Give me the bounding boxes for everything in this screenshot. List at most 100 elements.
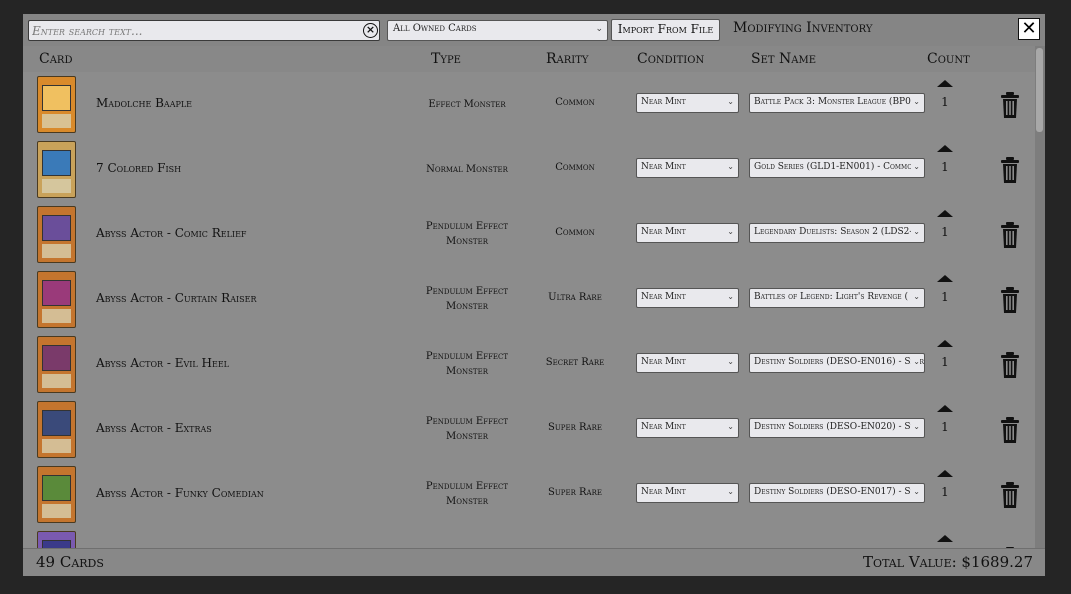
table-row[interactable]: Abyss Actor - Funky Comedian Pendulum Eff…: [23, 462, 1035, 527]
card-rarity: Ultra Rare: [548, 292, 602, 303]
set-name-value: Battles of Legend: Light's Revenge (: [754, 292, 908, 302]
card-type: Effect Monster: [413, 97, 521, 112]
table-row[interactable]: Madolche Baaple Effect Monster Common Near…: [23, 72, 1035, 137]
condition-select[interactable]: Near Mint ⌄: [636, 93, 739, 113]
column-header-count[interactable]: Count: [927, 51, 970, 67]
card-name: Madolche Baaple: [96, 96, 193, 110]
chevron-down-icon: ⌄: [911, 357, 920, 366]
table-row[interactable]: 7 Colored Fish Normal Monster Common Near …: [23, 137, 1035, 202]
trash-icon[interactable]: [1000, 286, 1020, 314]
card-type-line: Monster: [446, 431, 488, 442]
import-from-file-button[interactable]: Import From File: [611, 19, 720, 41]
trash-icon[interactable]: [1000, 351, 1020, 379]
table-row[interactable]: Abyss Actor - Curtain Raiser Pendulum Eff…: [23, 267, 1035, 332]
card-art: [42, 150, 71, 176]
column-header-set-name[interactable]: Set Name: [751, 51, 816, 67]
condition-select[interactable]: Near Mint ⌄: [636, 223, 739, 243]
condition-value: Near Mint: [641, 162, 686, 172]
card-thumbnail[interactable]: [37, 401, 76, 458]
count-value[interactable]: 1: [941, 95, 949, 109]
condition-value: Near Mint: [641, 227, 686, 237]
increment-count-icon[interactable]: [937, 145, 953, 152]
card-type-line: Pendulum Effect: [425, 351, 509, 362]
card-thumbnail[interactable]: [37, 206, 76, 263]
card-name: Abyss Actor - Evil Heel: [96, 356, 229, 370]
increment-count-icon[interactable]: [937, 275, 953, 282]
increment-count-icon[interactable]: [937, 405, 953, 412]
card-rarity: Common: [555, 162, 595, 173]
scrollbar-thumb[interactable]: [1036, 48, 1043, 132]
set-name-select[interactable]: Legendary Duelists: Season 2 (LDS2- ⌄: [749, 223, 925, 243]
count-value[interactable]: 1: [941, 225, 949, 239]
chevron-down-icon: ⌄: [725, 422, 734, 431]
set-name-select[interactable]: Destiny Soldiers (DESO-EN017) - Sup ⌄: [749, 483, 925, 503]
increment-count-icon[interactable]: [937, 210, 953, 217]
card-thumbnail[interactable]: [37, 466, 76, 523]
inventory-filter-select[interactable]: All Owned Cards ⌄: [387, 20, 608, 41]
search-input[interactable]: [32, 22, 352, 39]
card-thumbnail[interactable]: [37, 336, 76, 393]
column-header-card[interactable]: Card: [39, 51, 72, 67]
card-type-line: Effect Monster: [428, 99, 506, 110]
close-icon[interactable]: ✕: [1018, 18, 1040, 40]
chevron-down-icon: ⌄: [725, 227, 734, 236]
table-row[interactable]: Abyss Actor - Extras Pendulum Effect Monst…: [23, 397, 1035, 462]
count-value[interactable]: 1: [941, 420, 949, 434]
card-thumbnail[interactable]: [37, 271, 76, 328]
chevron-down-icon: ⌄: [725, 97, 734, 106]
card-type: Normal Monster: [413, 162, 521, 177]
trash-icon[interactable]: [1000, 156, 1020, 184]
set-name-select[interactable]: Battle Pack 3: Monster League (BP03 ⌄: [749, 93, 925, 113]
card-name: Abyss Actor - Extras: [96, 421, 212, 435]
card-type-line: Monster: [446, 301, 488, 312]
table-row[interactable]: Abyss Actor - Evil Heel Pendulum Effect Mo…: [23, 332, 1035, 397]
set-name-select[interactable]: Destiny Soldiers (DESO-EN020) - Sup ⌄: [749, 418, 925, 438]
card-type-line: Pendulum Effect: [425, 221, 509, 232]
condition-select[interactable]: Near Mint ⌄: [636, 483, 739, 503]
card-type-line: Normal Monster: [426, 164, 508, 175]
condition-select[interactable]: Near Mint ⌄: [636, 353, 739, 373]
trash-icon[interactable]: [1000, 221, 1020, 249]
scrollbar[interactable]: [1035, 46, 1045, 548]
chevron-down-icon: ⌄: [911, 227, 920, 236]
trash-icon[interactable]: [1000, 481, 1020, 509]
chevron-down-icon: ⌄: [911, 422, 920, 431]
card-name: 7 Colored Fish: [96, 161, 182, 175]
chevron-down-icon: ⌄: [911, 162, 920, 171]
card-text-box: [42, 374, 71, 388]
increment-count-icon[interactable]: [937, 470, 953, 477]
trash-icon[interactable]: [1000, 91, 1020, 119]
increment-count-icon[interactable]: [937, 535, 953, 542]
count-value[interactable]: 1: [941, 290, 949, 304]
chevron-down-icon: ⌄: [911, 97, 920, 106]
column-header-type[interactable]: Type: [431, 51, 461, 67]
count-value[interactable]: 1: [941, 160, 949, 174]
count-value[interactable]: 1: [941, 485, 949, 499]
increment-count-icon[interactable]: [937, 80, 953, 87]
card-thumbnail[interactable]: [37, 141, 76, 198]
table-header: Card Type Rarity Condition Set Name Coun…: [23, 46, 1035, 72]
set-name-value: Destiny Soldiers (DESO-EN017) - Sup: [754, 487, 920, 497]
card-thumbnail[interactable]: [37, 76, 76, 133]
card-art: [42, 540, 71, 548]
condition-select[interactable]: Near Mint ⌄: [636, 158, 739, 178]
table-row[interactable]: Abyss Actor - Comic Relief Pendulum Effec…: [23, 202, 1035, 267]
card-thumbnail[interactable]: [37, 531, 76, 548]
condition-select[interactable]: Near Mint ⌄: [636, 288, 739, 308]
set-name-select[interactable]: Destiny Soldiers (DESO-EN016) - Secr ⌄: [749, 353, 925, 373]
clear-search-icon[interactable]: ×: [363, 23, 378, 38]
increment-count-icon[interactable]: [937, 340, 953, 347]
table-row[interactable]: [23, 527, 1035, 548]
card-type-line: Monster: [446, 236, 488, 247]
card-rarity: Super Rare: [548, 487, 602, 498]
column-header-rarity[interactable]: Rarity: [546, 51, 589, 67]
set-name-value: Legendary Duelists: Season 2 (LDS2-: [754, 227, 913, 237]
set-name-select[interactable]: Gold Series (GLD1-EN001) - Common ⌄: [749, 158, 925, 178]
condition-value: Near Mint: [641, 292, 686, 302]
condition-select[interactable]: Near Mint ⌄: [636, 418, 739, 438]
trash-icon[interactable]: [1000, 416, 1020, 444]
set-name-select[interactable]: Battles of Legend: Light's Revenge ( ⌄: [749, 288, 925, 308]
condition-value: Near Mint: [641, 357, 686, 367]
count-value[interactable]: 1: [941, 355, 949, 369]
column-header-condition[interactable]: Condition: [637, 51, 704, 67]
